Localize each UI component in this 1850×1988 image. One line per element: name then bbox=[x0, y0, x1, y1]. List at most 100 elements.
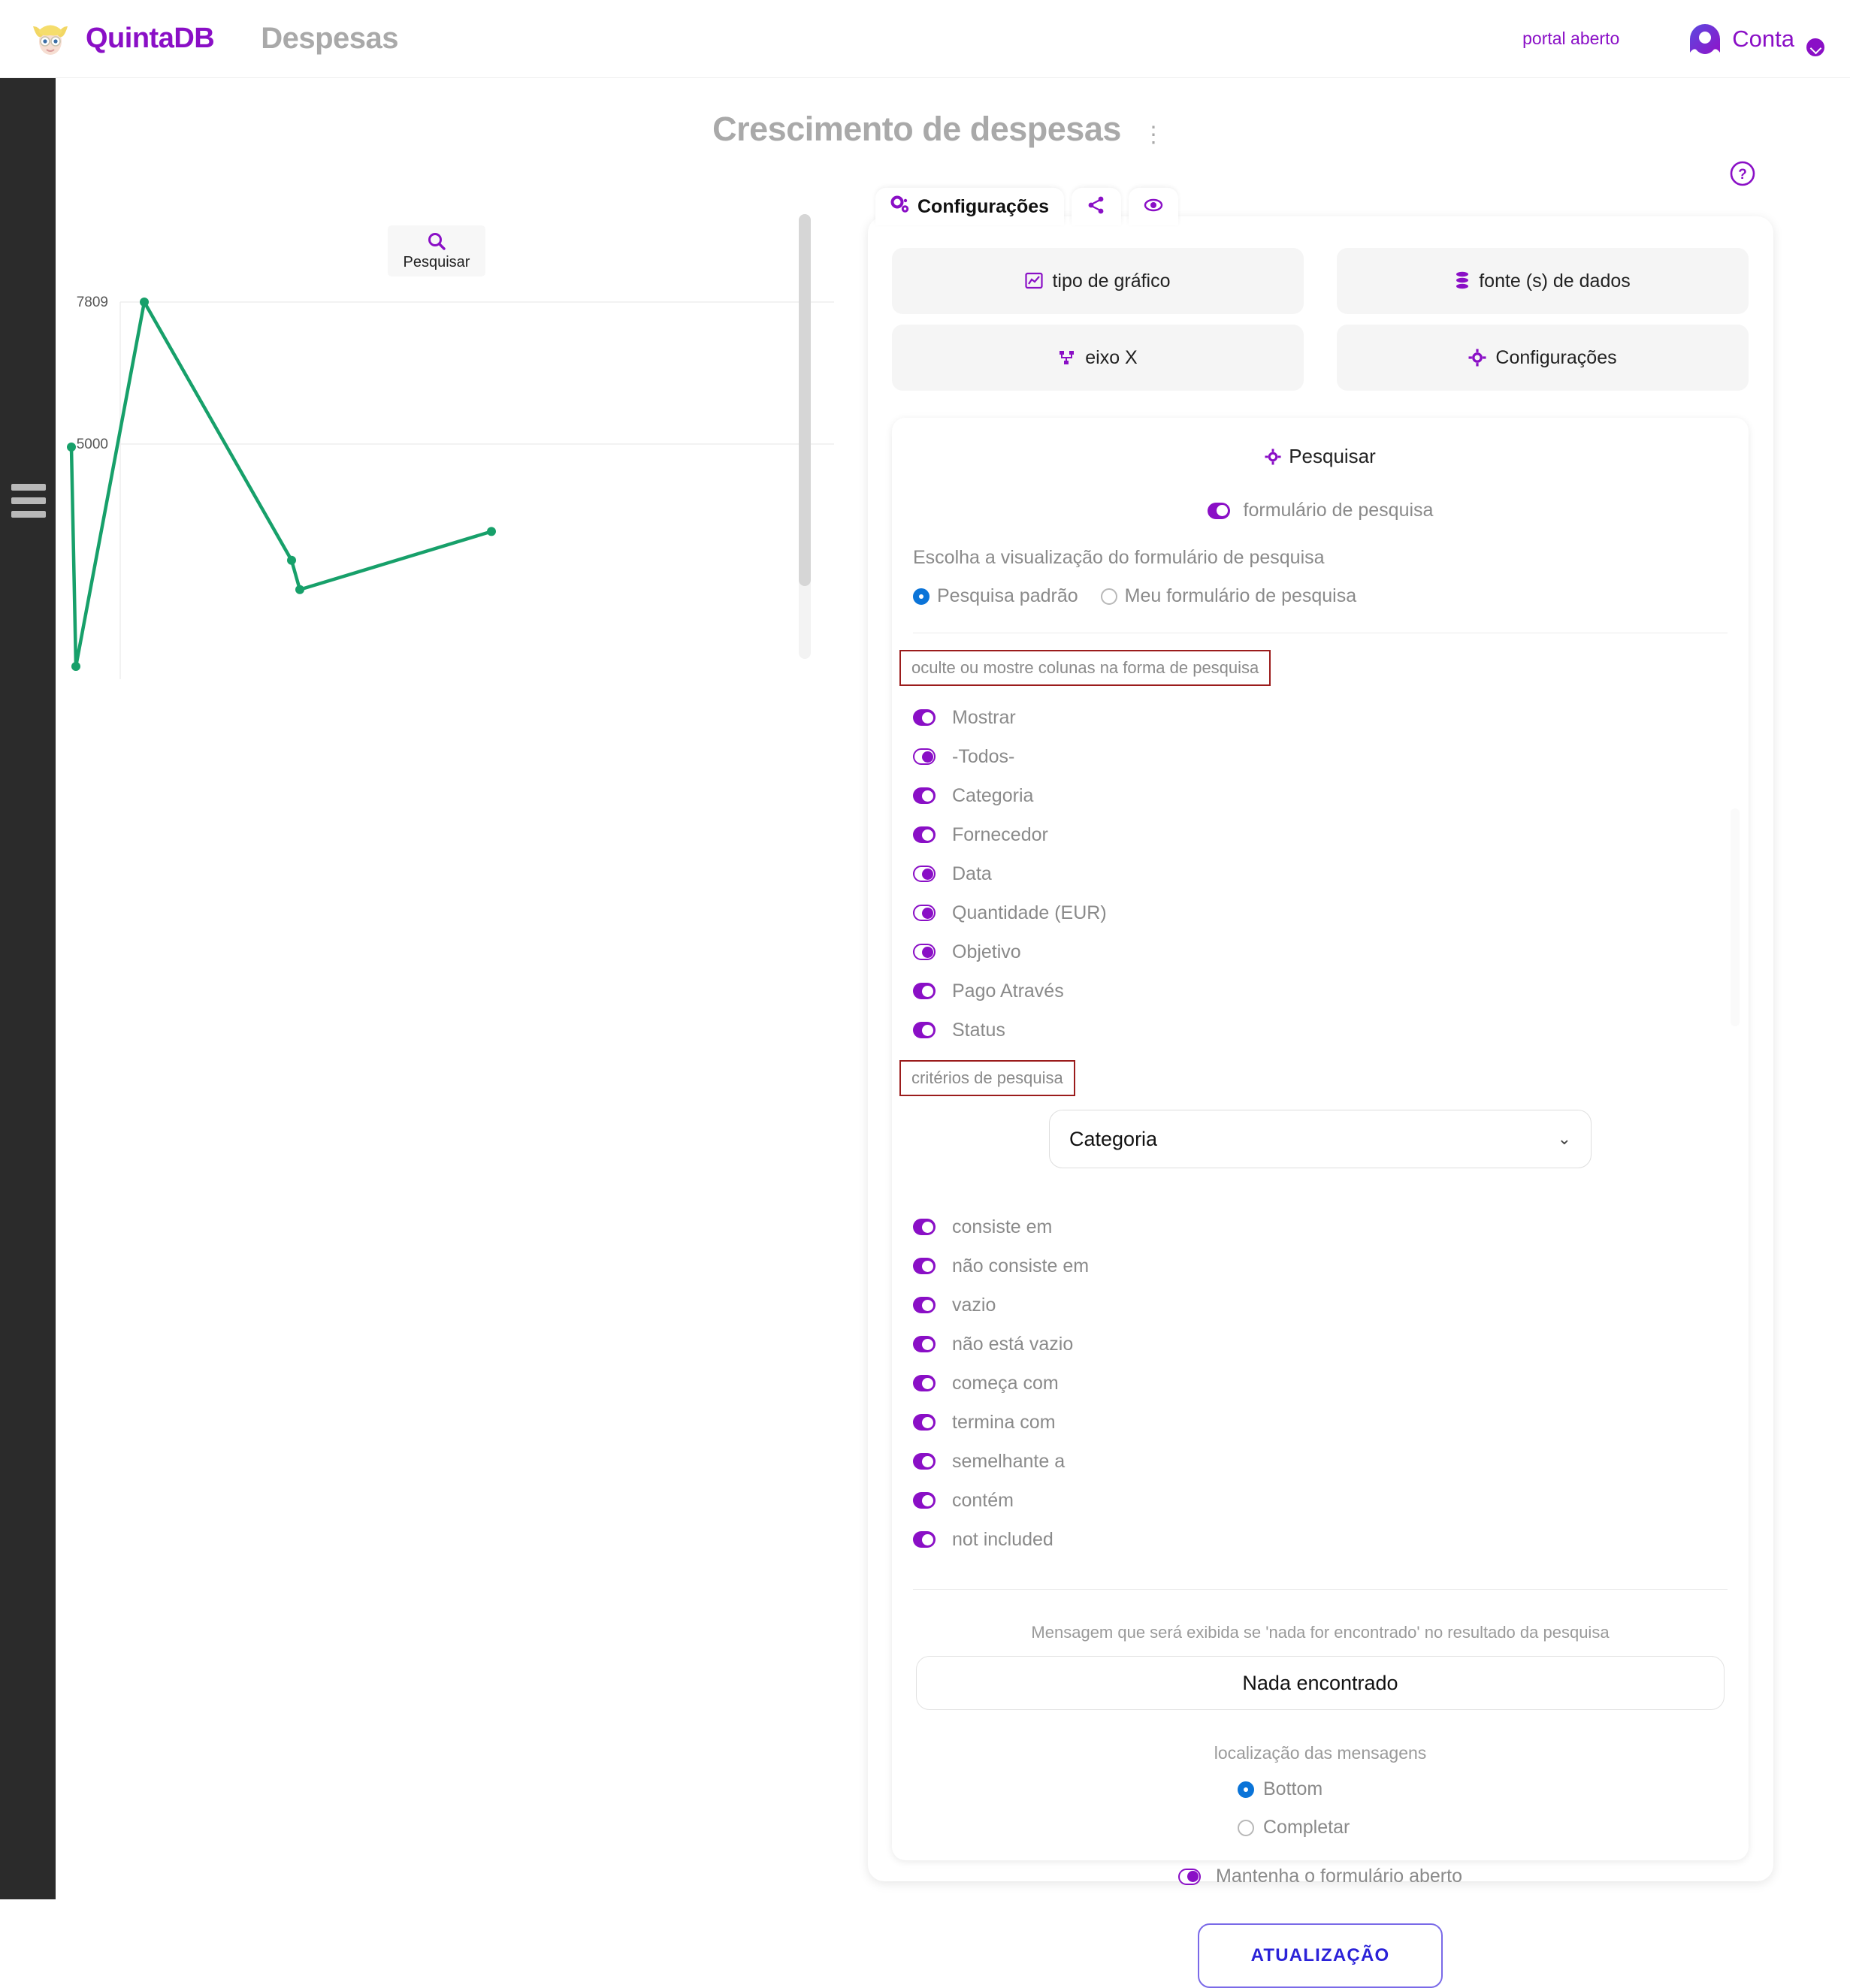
radio-label: Completar bbox=[1263, 1817, 1350, 1838]
radio-marker bbox=[1238, 1781, 1254, 1798]
criterion-toggle[interactable] bbox=[913, 1414, 936, 1431]
burger-line bbox=[11, 484, 46, 491]
column-toggle[interactable] bbox=[913, 866, 936, 882]
panel-tabs: Configurações bbox=[875, 188, 1179, 225]
criterion-toggle[interactable] bbox=[913, 1297, 936, 1313]
search-settings-card: Pesquisar formulário de pesquisa Escolha… bbox=[892, 418, 1749, 1988]
column-row[interactable]: Pago Através bbox=[913, 971, 1749, 1011]
column-row[interactable]: Quantidade (EUR) bbox=[913, 893, 1749, 932]
radio-meu-formulario[interactable]: Meu formulário de pesquisa bbox=[1100, 585, 1356, 607]
hamburger-menu-icon[interactable] bbox=[11, 484, 46, 524]
criterion-row[interactable]: não consiste em bbox=[913, 1246, 1749, 1286]
columns-list-scrollbar[interactable] bbox=[1731, 808, 1740, 1026]
burger-line bbox=[11, 497, 46, 504]
toggle-formulario-de-pesquisa[interactable] bbox=[1207, 502, 1230, 519]
radio-completar[interactable]: Completar bbox=[1238, 1817, 1403, 1838]
y-axis-tick-label: 5000 bbox=[76, 437, 108, 452]
column-toggle[interactable] bbox=[913, 983, 936, 999]
not-found-message-input[interactable]: Nada encontrado bbox=[916, 1656, 1725, 1710]
button-configuracoes[interactable]: Configurações bbox=[1337, 325, 1749, 391]
portal-open-link[interactable]: portal aberto bbox=[1522, 29, 1619, 49]
help-circle-icon[interactable]: ? bbox=[1728, 159, 1757, 188]
radio-marker bbox=[1100, 588, 1117, 605]
criteria-toggle-list: consiste em não consiste em vazio não está … bbox=[913, 1207, 1749, 1559]
account-menu[interactable]: Conta bbox=[1688, 22, 1824, 56]
chevron-down-icon[interactable] bbox=[1806, 38, 1824, 56]
toggle-knob bbox=[922, 829, 933, 841]
button-eixo-x[interactable]: eixo X bbox=[892, 325, 1304, 391]
column-toggle[interactable] bbox=[913, 944, 936, 960]
criterion-toggle[interactable] bbox=[913, 1492, 936, 1509]
criterion-row[interactable]: começa com bbox=[913, 1364, 1749, 1403]
criterion-label: vazio bbox=[952, 1294, 996, 1316]
column-row[interactable]: Fornecedor bbox=[913, 815, 1749, 854]
column-row[interactable]: Mostrar bbox=[913, 698, 1749, 737]
criterion-row[interactable]: contém bbox=[913, 1481, 1749, 1520]
tab-configuracoes[interactable]: Configurações bbox=[875, 188, 1065, 225]
column-toggle[interactable] bbox=[913, 826, 936, 843]
chart-vertical-scrollbar[interactable] bbox=[799, 214, 811, 659]
button-fonte-de-dados[interactable]: fonte (s) de dados bbox=[1337, 248, 1749, 314]
keep-form-open-label: Mantenha o formulário aberto bbox=[1216, 1866, 1462, 1887]
criterion-row[interactable]: vazio bbox=[913, 1286, 1749, 1325]
form-toggle-row[interactable]: formulário de pesquisa bbox=[892, 500, 1749, 521]
tab-preview[interactable] bbox=[1129, 188, 1179, 225]
toggle-knob bbox=[922, 1221, 933, 1233]
chart-scrollbar-thumb[interactable] bbox=[799, 214, 811, 586]
column-row[interactable]: Status bbox=[913, 1011, 1749, 1050]
criterion-toggle[interactable] bbox=[913, 1531, 936, 1548]
column-label: Mostrar bbox=[952, 706, 1016, 728]
toggle-mantenha-formulario-aberto[interactable] bbox=[1178, 1868, 1202, 1885]
chart-data-point[interactable] bbox=[287, 555, 296, 565]
toggle-knob bbox=[922, 946, 933, 958]
criteria-select[interactable]: Categoria ⌄ bbox=[1049, 1110, 1592, 1168]
criterion-row[interactable]: semelhante a bbox=[913, 1442, 1749, 1481]
criterion-row[interactable]: não está vazio bbox=[913, 1325, 1749, 1364]
column-toggle[interactable] bbox=[913, 905, 936, 921]
column-row[interactable]: Categoria bbox=[913, 776, 1749, 815]
criterion-toggle[interactable] bbox=[913, 1258, 936, 1274]
chart-search-button[interactable]: Pesquisar bbox=[388, 225, 485, 276]
button-label: eixo X bbox=[1085, 346, 1138, 368]
svg-text:?: ? bbox=[1738, 167, 1747, 183]
toggle-knob bbox=[922, 712, 933, 724]
column-toggle[interactable] bbox=[913, 787, 936, 804]
chart-data-point[interactable] bbox=[71, 662, 80, 672]
gear-icon bbox=[1265, 448, 1281, 465]
toggle-knob bbox=[922, 1377, 933, 1389]
view-options-radio-group: Pesquisa padrão Meu formulário de pesqui… bbox=[913, 585, 1749, 607]
column-toggle[interactable] bbox=[913, 748, 936, 765]
toggle-knob bbox=[922, 1416, 933, 1428]
criterion-toggle[interactable] bbox=[913, 1453, 936, 1470]
criterion-row[interactable]: not included bbox=[913, 1520, 1749, 1559]
tab-share[interactable] bbox=[1072, 188, 1122, 225]
button-tipo-de-grafico[interactable]: tipo de gráfico bbox=[892, 248, 1304, 314]
criterion-toggle[interactable] bbox=[913, 1336, 936, 1352]
chevron-down-icon: ⌄ bbox=[1557, 1129, 1571, 1148]
keep-form-open-row[interactable]: Mantenha o formulário aberto bbox=[892, 1866, 1749, 1887]
column-row[interactable]: Data bbox=[913, 854, 1749, 893]
not-found-message-label: Mensagem que será exibida se 'nada for e… bbox=[1031, 1623, 1610, 1642]
criterion-label: contém bbox=[952, 1489, 1014, 1511]
criterion-row[interactable]: consiste em bbox=[913, 1207, 1749, 1246]
account-label: Conta bbox=[1732, 25, 1794, 52]
chart-data-point[interactable] bbox=[487, 527, 496, 536]
chart-data-point[interactable] bbox=[295, 585, 304, 594]
criterion-toggle[interactable] bbox=[913, 1219, 936, 1235]
button-label: Configurações bbox=[1495, 346, 1617, 368]
column-row[interactable]: -Todos- bbox=[913, 737, 1749, 776]
column-toggle[interactable] bbox=[913, 1022, 936, 1038]
column-toggle[interactable] bbox=[913, 709, 936, 726]
chart-data-point[interactable] bbox=[140, 298, 149, 307]
column-label: Data bbox=[952, 863, 992, 884]
radio-bottom[interactable]: Bottom bbox=[1238, 1778, 1403, 1800]
toggle-knob bbox=[922, 907, 933, 919]
brand-block[interactable]: QuintaDB bbox=[27, 16, 215, 62]
chart-options-kebab-icon[interactable]: ⋮ bbox=[1142, 120, 1165, 150]
column-row[interactable]: Objetivo bbox=[913, 932, 1749, 971]
criterion-toggle[interactable] bbox=[913, 1375, 936, 1391]
criterion-row[interactable]: termina com bbox=[913, 1403, 1749, 1442]
update-button[interactable]: ATUALIZAÇÃO bbox=[1198, 1923, 1443, 1988]
chart-search-label: Pesquisar bbox=[403, 253, 470, 270]
radio-pesquisa-padrao[interactable]: Pesquisa padrão bbox=[913, 585, 1078, 607]
